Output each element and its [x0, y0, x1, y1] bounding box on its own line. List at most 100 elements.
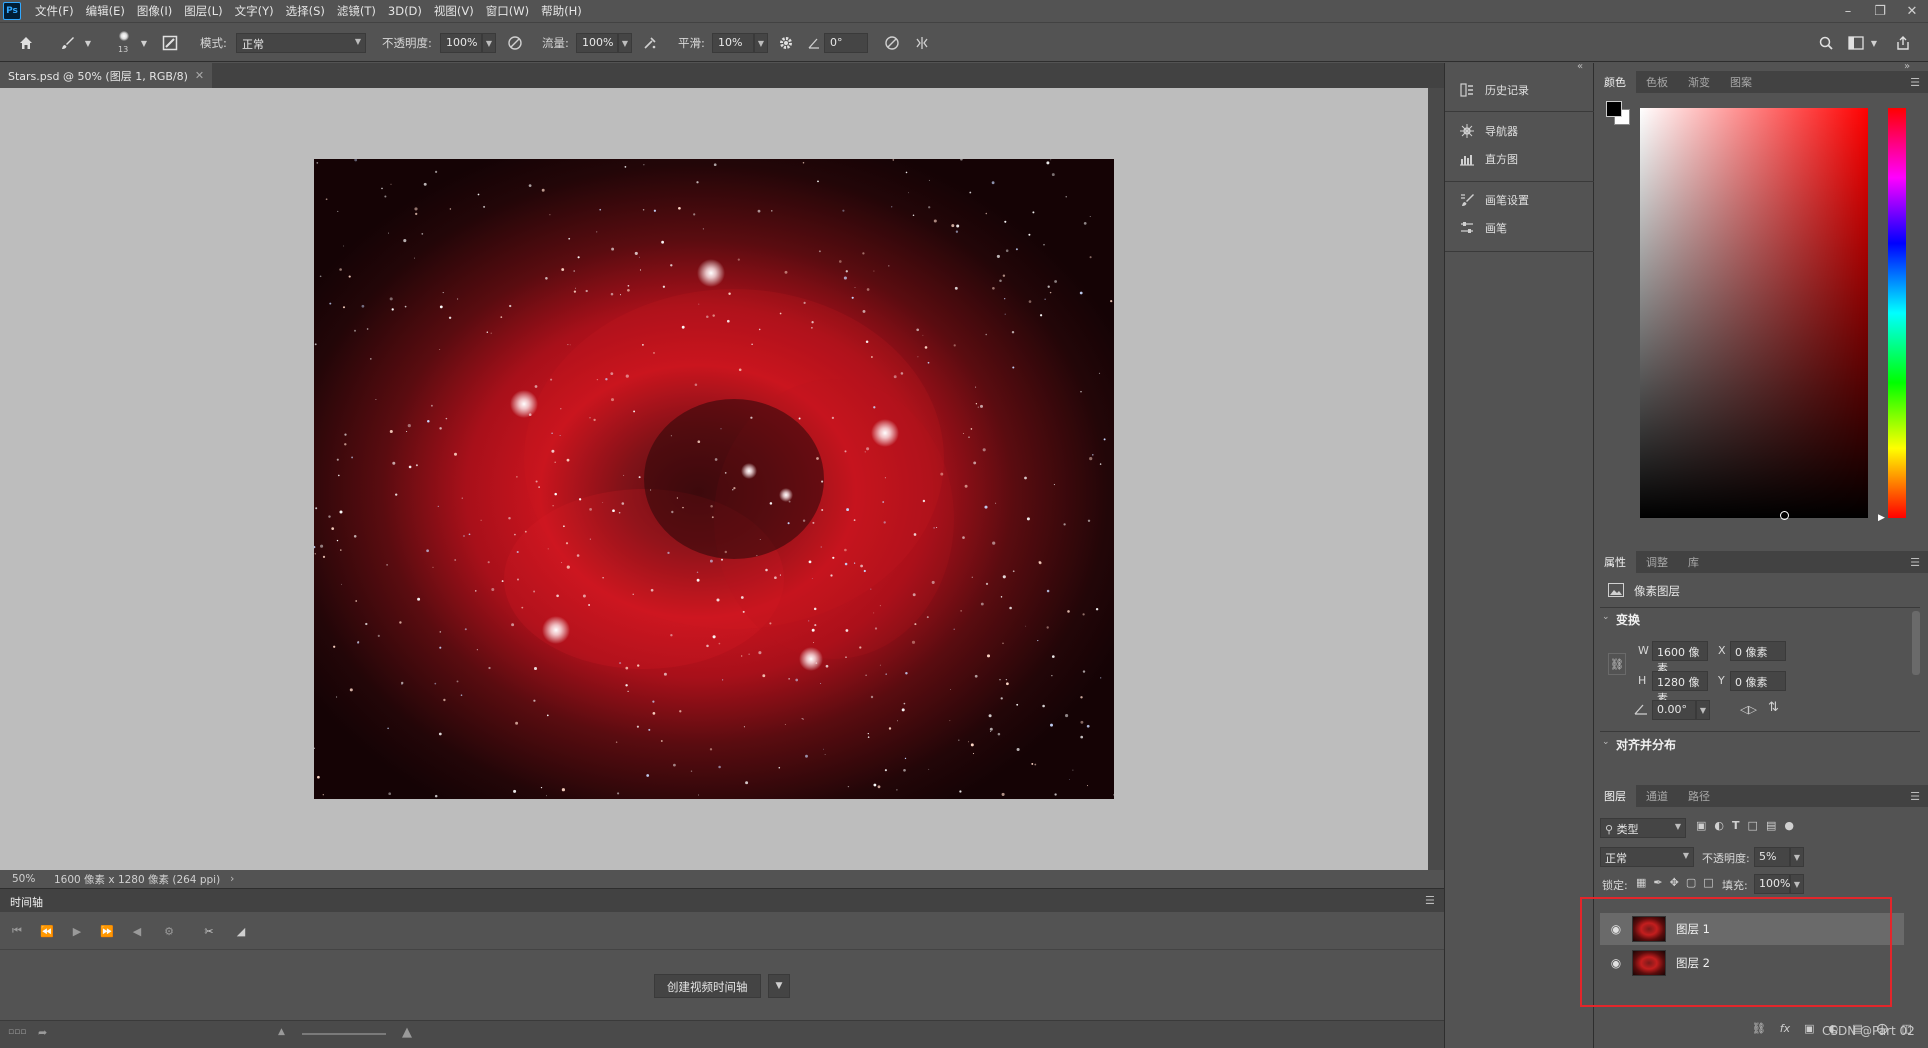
lock-position-icon[interactable]: ✥: [1670, 876, 1679, 889]
y-input[interactable]: 0 像素: [1730, 671, 1786, 691]
filter-pixel-icon[interactable]: ▣: [1696, 819, 1706, 832]
document-tab[interactable]: Stars.psd @ 50% (图层 1, RGB/8) ✕: [0, 63, 213, 88]
workspace-icon[interactable]: [1846, 33, 1866, 53]
filter-toggle-icon[interactable]: ●: [1784, 819, 1794, 832]
render-icon[interactable]: ➦: [38, 1026, 47, 1039]
x-input[interactable]: 0 像素: [1730, 641, 1786, 661]
panel-menu-icon[interactable]: ☰: [1910, 790, 1920, 803]
blend-mode-select[interactable]: 正常 ▼: [1600, 847, 1694, 867]
pressure-size-icon[interactable]: [882, 33, 902, 53]
collapse-icon[interactable]: «: [1577, 61, 1583, 72]
transition-icon[interactable]: ◢: [232, 922, 250, 940]
create-video-timeline-button[interactable]: 创建视频时间轴: [654, 974, 761, 998]
panel-menu-icon[interactable]: ☰: [1425, 894, 1435, 907]
minimize-button[interactable]: –: [1832, 0, 1864, 22]
tab-adjustments[interactable]: 调整: [1636, 551, 1678, 573]
transform-section-title[interactable]: 变换: [1616, 611, 1640, 628]
brush-settings-panel-button[interactable]: 画笔设置: [1445, 187, 1595, 213]
timeline-zoom-slider[interactable]: [302, 1033, 386, 1035]
chevron-down-icon[interactable]: ▼: [768, 974, 790, 998]
zoom-out-mountain-icon[interactable]: ▲: [278, 1027, 285, 1037]
menu-edit[interactable]: 编辑(E): [80, 3, 131, 19]
gear-icon[interactable]: [776, 33, 796, 53]
opacity-dropdown[interactable]: ▼: [482, 33, 496, 53]
lock-all-icon[interactable]: □: [1703, 876, 1713, 889]
tab-layers[interactable]: 图层: [1594, 785, 1636, 807]
menu-type[interactable]: 文字(Y): [229, 3, 280, 19]
fx-icon[interactable]: fx: [1780, 1022, 1790, 1035]
mode-select[interactable]: 正常 ▼: [236, 33, 366, 53]
nebula-artwork[interactable]: [314, 159, 1114, 799]
canvas-vertical-scrollbar[interactable]: [1428, 88, 1444, 870]
menu-3d[interactable]: 3D(D): [382, 4, 428, 18]
tab-patterns[interactable]: 图案: [1720, 71, 1762, 93]
height-input[interactable]: 1280 像素: [1652, 671, 1708, 705]
tab-libraries[interactable]: 库: [1678, 551, 1709, 573]
flow-input[interactable]: 100%: [576, 33, 618, 53]
layer-filter-select[interactable]: ⚲ 类型 ▼: [1600, 818, 1686, 838]
link-layers-icon[interactable]: ⛓: [1752, 1022, 1766, 1035]
close-icon[interactable]: ✕: [195, 69, 204, 82]
opacity-input[interactable]: 100%: [440, 33, 482, 53]
brush-tool-icon[interactable]: [58, 33, 78, 53]
menu-layer[interactable]: 图层(L): [178, 3, 228, 19]
saturation-value-picker[interactable]: [1640, 108, 1868, 520]
audio-icon[interactable]: ◀: [128, 922, 146, 940]
pressure-opacity-icon[interactable]: [505, 33, 525, 53]
lock-artboard-icon[interactable]: ▢: [1686, 876, 1696, 889]
history-panel-button[interactable]: 历史记录: [1445, 77, 1595, 103]
fill-dropdown[interactable]: ▼: [1790, 874, 1804, 894]
lock-pixels-icon[interactable]: ✒: [1653, 876, 1662, 889]
share-icon[interactable]: [1893, 33, 1913, 53]
symmetry-icon[interactable]: [912, 33, 932, 53]
hue-slider[interactable]: [1888, 108, 1906, 518]
panel-menu-icon[interactable]: ☰: [1910, 76, 1920, 89]
smoothing-dropdown[interactable]: ▼: [754, 33, 768, 53]
chevron-down-icon[interactable]: ▼: [138, 33, 150, 53]
first-frame-icon[interactable]: ⏮: [8, 922, 26, 940]
chevron-down-icon[interactable]: ▼: [1868, 33, 1880, 53]
navigator-panel-button[interactable]: 导航器: [1445, 118, 1595, 144]
hue-slider-handle[interactable]: ▶: [1878, 513, 1885, 523]
menu-filter[interactable]: 滤镜(T): [331, 3, 382, 19]
chevron-right-icon[interactable]: ›: [230, 873, 234, 885]
filter-type-icon[interactable]: T: [1732, 819, 1740, 832]
previous-frame-icon[interactable]: ⏪: [38, 922, 56, 940]
scissors-icon[interactable]: ✂: [200, 922, 218, 940]
flip-vertical-icon[interactable]: ⇅: [1768, 700, 1779, 715]
filter-smart-object-icon[interactable]: ▤: [1766, 819, 1776, 832]
menu-image[interactable]: 图像(I): [131, 3, 178, 19]
tab-channels[interactable]: 通道: [1636, 785, 1678, 807]
layer-opacity-input[interactable]: 5%: [1754, 847, 1790, 867]
airbrush-icon[interactable]: [640, 33, 660, 53]
menu-file[interactable]: 文件(F): [29, 3, 80, 19]
angle-input[interactable]: 0°: [824, 33, 868, 53]
tab-properties[interactable]: 属性: [1594, 551, 1636, 573]
tab-gradients[interactable]: 渐变: [1678, 71, 1720, 93]
filter-adjustment-icon[interactable]: ◐: [1714, 819, 1724, 832]
zoom-in-mountain-icon[interactable]: ▲: [402, 1025, 412, 1040]
brush-preset-picker[interactable]: 13: [112, 29, 138, 57]
chevron-down-icon[interactable]: ▼: [82, 33, 94, 53]
tab-swatches[interactable]: 色板: [1636, 71, 1678, 93]
canvas-area[interactable]: [0, 88, 1428, 870]
chevron-down-icon[interactable]: ⌄: [1602, 737, 1610, 747]
smoothing-input[interactable]: 10%: [712, 33, 754, 53]
brushes-panel-button[interactable]: 画笔: [1445, 215, 1595, 241]
menu-window[interactable]: 窗口(W): [480, 3, 535, 19]
histogram-panel-button[interactable]: 直方图: [1445, 146, 1595, 172]
play-icon[interactable]: ▶: [68, 922, 86, 940]
zoom-level[interactable]: 50%: [12, 873, 52, 885]
filter-shape-icon[interactable]: □: [1748, 819, 1758, 832]
properties-scrollbar[interactable]: [1912, 611, 1920, 675]
fill-input[interactable]: 100%: [1754, 874, 1790, 894]
flip-horizontal-icon[interactable]: ◁▷: [1740, 703, 1757, 716]
menu-help[interactable]: 帮助(H): [535, 3, 588, 19]
flow-dropdown[interactable]: ▼: [618, 33, 632, 53]
tab-paths[interactable]: 路径: [1678, 785, 1720, 807]
rotation-input[interactable]: 0.00°: [1652, 700, 1696, 720]
rotation-dropdown[interactable]: ▼: [1696, 700, 1710, 720]
close-window-button[interactable]: ✕: [1896, 0, 1928, 22]
brush-panel-toggle-icon[interactable]: [160, 33, 180, 53]
next-frame-icon[interactable]: ⏩: [98, 922, 116, 940]
